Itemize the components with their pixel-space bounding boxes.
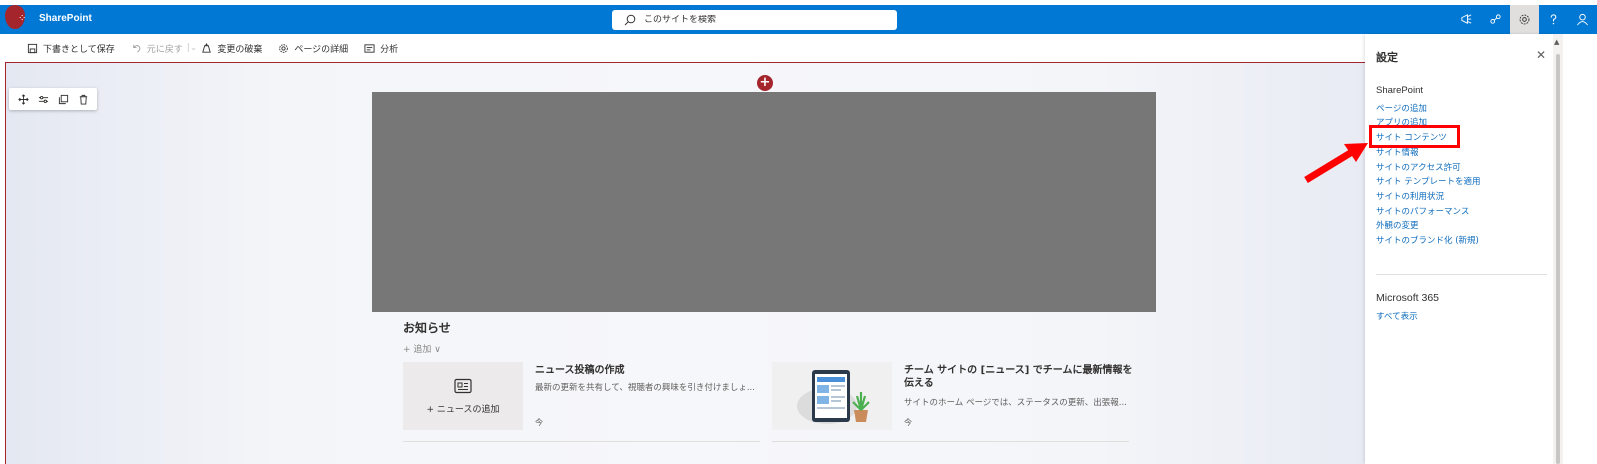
sharepoint-section-heading: SharePoint xyxy=(1376,85,1424,96)
save-draft-button[interactable]: 下書きとして保存 xyxy=(27,42,115,55)
settings-link-site-usage[interactable]: サイトの利用状況 xyxy=(1376,190,1444,202)
settings-link-apply-template[interactable]: サイト テンプレートを適用 xyxy=(1376,175,1480,187)
gear-icon xyxy=(279,43,289,53)
page-details-button[interactable]: ページの詳細 xyxy=(278,42,348,55)
annotation-arrow-icon xyxy=(1304,143,1368,183)
command-bar: 下書きとして保存 元に戻す |⌄ 変更の破棄 ページの詳細 分析 xyxy=(0,34,1365,62)
search-input[interactable] xyxy=(644,15,884,25)
section-toolbar xyxy=(9,88,97,110)
settings-panel: 設定 ✕ SharePoint ページの追加 アプリの追加 サイト コンテンツ … xyxy=(1365,34,1553,464)
undo-label: 元に戻す xyxy=(146,44,183,55)
share-icon xyxy=(1490,14,1501,24)
analytics-label: 分析 xyxy=(380,44,399,55)
suite-bar: ⁘ SharePoint xyxy=(0,5,1597,34)
news-card-2-title-line2: 伝える xyxy=(904,378,934,389)
settings-scrollbar[interactable]: ▲ xyxy=(1553,34,1563,464)
suite-bar-actions xyxy=(1452,5,1597,34)
person-icon xyxy=(1577,13,1588,26)
settings-panel-title: 設定 xyxy=(1376,51,1398,64)
help-icon xyxy=(1550,14,1557,25)
undo-dropdown-icon[interactable]: |⌄ xyxy=(187,43,198,53)
settings-link-site-permissions[interactable]: サイトのアクセス許可 xyxy=(1376,161,1461,173)
save-icon xyxy=(27,43,38,53)
account-button[interactable] xyxy=(1568,5,1597,34)
annotation-highlight-box xyxy=(1369,125,1460,148)
gear-icon xyxy=(1519,14,1530,25)
settings-button[interactable] xyxy=(1510,5,1539,34)
search-icon xyxy=(624,14,636,26)
add-news-label: + ニュースの追加 xyxy=(426,405,500,415)
settings-link-add-page[interactable]: ページの追加 xyxy=(1376,102,1427,114)
save-draft-label: 下書きとして保存 xyxy=(43,44,115,55)
news-card-2-title[interactable]: チーム サイトの [ニュース] でチームに最新情報を 伝える xyxy=(904,364,1133,390)
add-news-tile[interactable]: + ニュースの追加 xyxy=(403,362,523,430)
window-edge xyxy=(1563,34,1597,464)
news-card-1-description: 最新の更新を共有して、視聴者の興味を引き付けましょ... xyxy=(535,383,755,393)
settings-link-site-performance[interactable]: サイトのパフォーマンス xyxy=(1376,205,1469,217)
news-card-2-timestamp: 今 xyxy=(904,418,912,427)
settings-link-site-branding[interactable]: サイトのブランド化 (新規) xyxy=(1376,234,1479,246)
close-icon[interactable]: ✕ xyxy=(1536,48,1546,62)
duplicate-icon[interactable] xyxy=(58,94,69,105)
app-launcher-icon[interactable]: ⁘ xyxy=(18,13,26,24)
brand-name[interactable]: SharePoint xyxy=(39,13,92,24)
feedback-button[interactable] xyxy=(1452,5,1481,34)
scroll-up-icon[interactable]: ▲ xyxy=(1554,38,1559,46)
news-card-1-title[interactable]: ニュース投稿の作成 xyxy=(535,364,625,377)
news-card-2-title-line1: チーム サイトの [ニュース] でチームに最新情報を xyxy=(904,365,1133,376)
delete-icon[interactable] xyxy=(78,94,89,105)
news-section-title: お知らせ xyxy=(403,321,451,335)
discard-label: 変更の破棄 xyxy=(217,44,263,55)
microsoft365-section-heading: Microsoft 365 xyxy=(1376,292,1440,304)
news-icon xyxy=(454,378,472,394)
news-add-button[interactable]: + 追加 ∨ xyxy=(403,342,441,355)
news-card-1-divider xyxy=(403,441,760,442)
scrollbar-thumb[interactable] xyxy=(1556,54,1560,464)
hero-image-placeholder[interactable] xyxy=(372,92,1156,312)
news-card-2-divider xyxy=(772,441,1129,442)
discard-changes-button[interactable]: 変更の破棄 xyxy=(201,42,262,55)
news-card-2-description: サイトのホーム ページでは、ステータスの更新、出張報... xyxy=(904,398,1127,408)
page-details-label: ページの詳細 xyxy=(294,44,349,55)
share-button[interactable] xyxy=(1481,5,1510,34)
settings-link-see-all[interactable]: すべて表示 xyxy=(1376,310,1418,322)
edit-section-icon[interactable] xyxy=(38,94,49,105)
discard-icon xyxy=(202,42,212,53)
news-card-2-thumbnail[interactable] xyxy=(772,362,892,430)
move-icon[interactable] xyxy=(17,93,29,105)
megaphone-icon xyxy=(1461,14,1472,24)
settings-divider xyxy=(1376,274,1547,275)
undo-button[interactable]: 元に戻す xyxy=(131,42,183,55)
add-section-button[interactable]: + xyxy=(757,75,773,91)
settings-link-change-look[interactable]: 外観の変更 xyxy=(1376,219,1419,231)
analytics-icon xyxy=(364,43,375,53)
tablet-plant-illustration xyxy=(797,370,870,424)
search-box[interactable] xyxy=(612,10,897,30)
help-button[interactable] xyxy=(1539,5,1568,34)
analytics-button[interactable]: 分析 xyxy=(364,42,398,55)
undo-icon xyxy=(133,44,141,53)
news-card-1-timestamp: 今 xyxy=(535,418,543,427)
